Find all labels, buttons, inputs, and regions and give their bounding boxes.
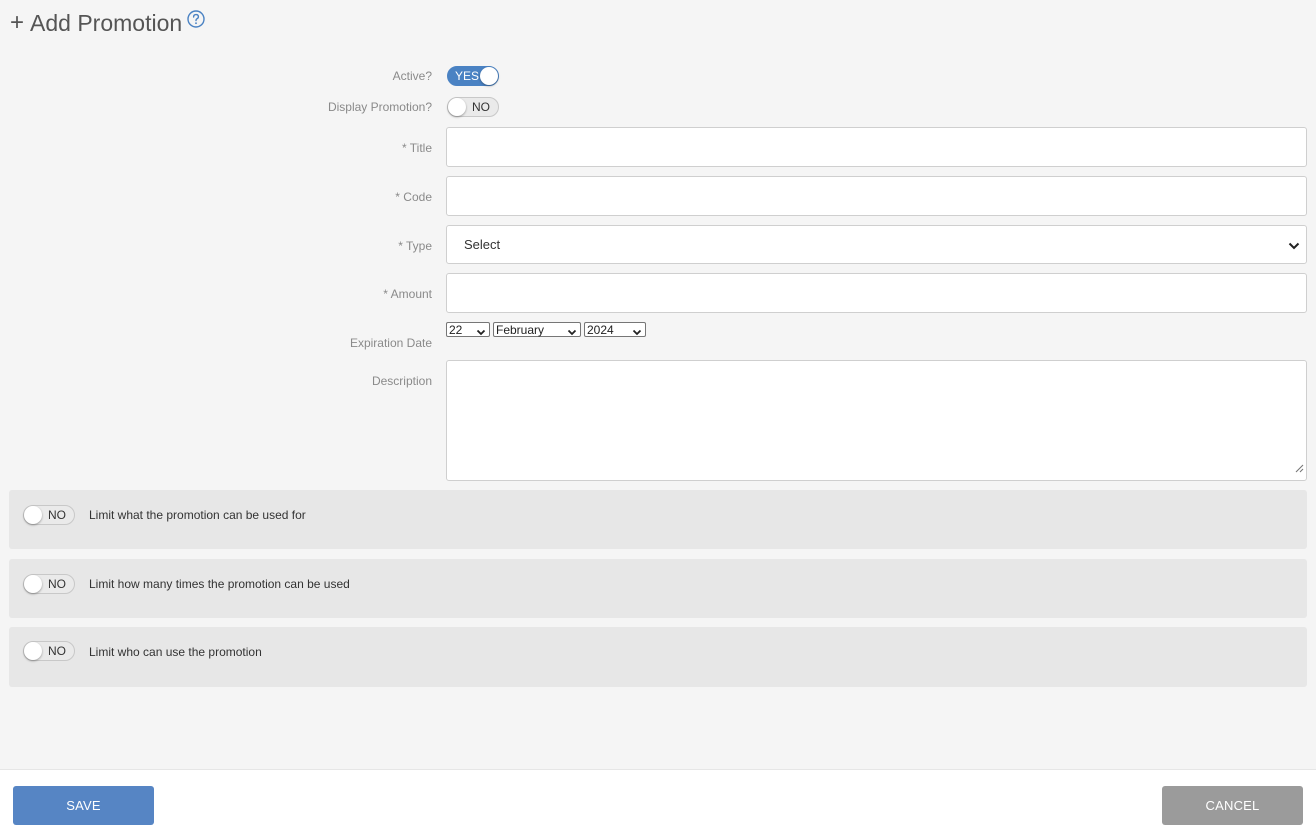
resize-handle-icon[interactable]: [1295, 460, 1304, 478]
type-select-value: Select: [464, 237, 501, 252]
toggle-knob: [24, 642, 42, 660]
limit-usage-label: Limit what the promotion can be used for: [89, 508, 306, 522]
limit-usage-toggle[interactable]: NO: [23, 505, 75, 525]
question-circle-icon[interactable]: [187, 9, 205, 33]
limit-who-toggle-text: NO: [48, 644, 66, 658]
title-label: * Title: [401, 141, 432, 155]
active-toggle-text: YES: [455, 69, 480, 83]
limit-times-label: Limit how many times the promotion can b…: [89, 577, 350, 591]
chevron-down-icon: [1288, 239, 1300, 254]
toggle-knob: [24, 575, 42, 593]
display-promotion-label: Display Promotion?: [327, 100, 432, 114]
save-button[interactable]: SAVE: [13, 786, 154, 825]
page-title: Add Promotion: [30, 9, 183, 36]
amount-input[interactable]: [446, 273, 1307, 313]
plus-icon: +: [10, 9, 25, 36]
toggle-knob: [24, 506, 42, 524]
expiration-day-value: 22: [449, 322, 463, 337]
title-input[interactable]: [446, 127, 1307, 167]
code-input[interactable]: [446, 176, 1307, 216]
expiration-month-select[interactable]: February: [493, 322, 581, 337]
expiration-date-label: Expiration Date: [349, 336, 432, 350]
description-textarea[interactable]: [446, 360, 1307, 481]
limit-who-label: Limit who can use the promotion: [89, 645, 262, 659]
limit-who-panel: NO Limit who can use the promotion: [9, 627, 1307, 687]
type-select[interactable]: Select: [446, 225, 1307, 264]
display-promotion-toggle[interactable]: NO: [447, 97, 499, 117]
limit-times-panel: NO Limit how many times the promotion ca…: [9, 559, 1307, 618]
footer-bar: SAVE CANCEL: [0, 769, 1316, 837]
limit-usage-panel: NO Limit what the promotion can be used …: [9, 490, 1307, 549]
page-header: + Add Promotion: [10, 8, 205, 38]
expiration-year-value: 2024: [587, 322, 614, 337]
active-toggle[interactable]: YES: [447, 66, 499, 86]
chevron-down-icon: [632, 326, 642, 340]
limit-who-toggle[interactable]: NO: [23, 641, 75, 661]
code-label: * Code: [395, 190, 432, 204]
cancel-button[interactable]: CANCEL: [1162, 786, 1303, 825]
expiration-day-select[interactable]: 22: [446, 322, 490, 337]
chevron-down-icon: [476, 326, 486, 340]
expiration-year-select[interactable]: 2024: [584, 322, 646, 337]
limit-times-toggle[interactable]: NO: [23, 574, 75, 594]
display-promotion-toggle-text: NO: [472, 100, 490, 114]
chevron-down-icon: [567, 326, 577, 340]
limit-usage-toggle-text: NO: [48, 508, 66, 522]
limit-times-toggle-text: NO: [48, 577, 66, 591]
active-label: Active?: [392, 69, 432, 83]
toggle-knob: [448, 98, 466, 116]
type-label: * Type: [398, 239, 432, 253]
expiration-month-value: February: [496, 322, 545, 337]
description-label: Description: [371, 374, 432, 388]
toggle-knob: [480, 67, 498, 85]
amount-label: * Amount: [383, 287, 432, 301]
